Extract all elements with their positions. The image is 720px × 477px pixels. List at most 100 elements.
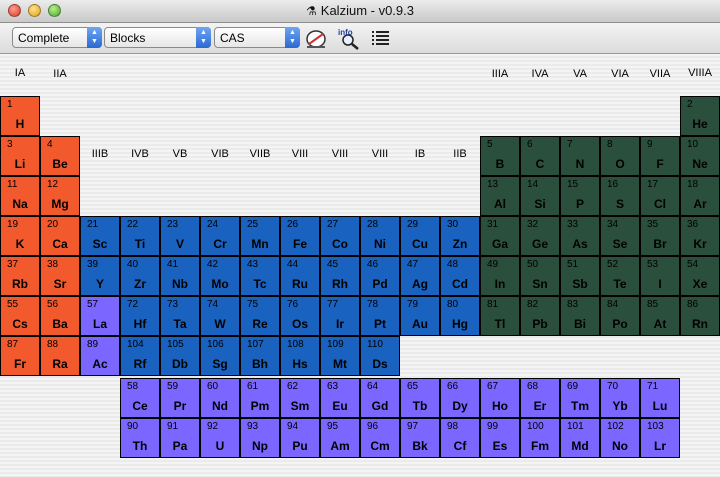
element-Eu[interactable]: 63 Eu <box>320 378 360 418</box>
element-Sm[interactable]: 62 Sm <box>280 378 320 418</box>
element-B[interactable]: 5B <box>480 136 520 176</box>
info-button[interactable]: info <box>337 26 361 50</box>
element-Mn[interactable]: 25 Mn <box>240 216 280 256</box>
element-Yb[interactable]: 70 Yb <box>600 378 640 418</box>
element-Sr[interactable]: 38 Sr <box>40 256 80 296</box>
element-U[interactable]: 92 U <box>200 418 240 458</box>
element-Xe[interactable]: 54 Xe <box>680 256 720 296</box>
element-Pm[interactable]: 61 Pm <box>240 378 280 418</box>
element-No[interactable]: 102 No <box>600 418 640 458</box>
element-Rn[interactable]: 86 Rn <box>680 296 720 336</box>
element-Te[interactable]: 52 Te <box>600 256 640 296</box>
element-Ga[interactable]: 31 Ga <box>480 216 520 256</box>
element-Nb[interactable]: 41 Nb <box>160 256 200 296</box>
element-Li[interactable]: 3 Li <box>0 136 40 176</box>
element-Th[interactable]: 90 Th <box>120 418 160 458</box>
element-He[interactable]: 2 He <box>680 96 720 136</box>
element-Ac[interactable]: 89 Ac <box>80 336 120 376</box>
element-At[interactable]: 85 At <box>640 296 680 336</box>
element-Ce[interactable]: 58 Ce <box>120 378 160 418</box>
element-Lr[interactable]: 103 Lr <box>640 418 680 458</box>
element-Cf[interactable]: 98 Cf <box>440 418 480 458</box>
element-Zn[interactable]: 30 Zn <box>440 216 480 256</box>
element-Sc[interactable]: 21 Sc <box>80 216 120 256</box>
element-Ge[interactable]: 32 Ge <box>520 216 560 256</box>
element-Hg[interactable]: 80 Hg <box>440 296 480 336</box>
element-F[interactable]: 9F <box>640 136 680 176</box>
element-Tb[interactable]: 65 Tb <box>400 378 440 418</box>
element-Rf[interactable]: 104 Rf <box>120 336 160 376</box>
element-I[interactable]: 53 I <box>640 256 680 296</box>
element-Hf[interactable]: 72 Hf <box>120 296 160 336</box>
element-Au[interactable]: 79 Au <box>400 296 440 336</box>
element-Re[interactable]: 75 Re <box>240 296 280 336</box>
element-Md[interactable]: 101 Md <box>560 418 600 458</box>
numeration-select[interactable]: CAS ▲ ▼ <box>214 27 300 48</box>
element-Tc[interactable]: 43 Tc <box>240 256 280 296</box>
element-Ag[interactable]: 47 Ag <box>400 256 440 296</box>
element-Pb[interactable]: 82 Pb <box>520 296 560 336</box>
element-Fr[interactable]: 87 Fr <box>0 336 40 376</box>
view-select[interactable]: Complete ▲ ▼ <box>12 27 102 48</box>
element-Np[interactable]: 93 Np <box>240 418 280 458</box>
element-Ho[interactable]: 67 Ho <box>480 378 520 418</box>
element-Ta[interactable]: 73 Ta <box>160 296 200 336</box>
element-Se[interactable]: 34 Se <box>600 216 640 256</box>
element-Pt[interactable]: 78 Pt <box>360 296 400 336</box>
element-Hs[interactable]: 108 Hs <box>280 336 320 376</box>
element-Er[interactable]: 68 Er <box>520 378 560 418</box>
element-Ca[interactable]: 20 Ca <box>40 216 80 256</box>
element-Ru[interactable]: 44 Ru <box>280 256 320 296</box>
coloring-select[interactable]: Blocks ▲ ▼ <box>104 27 211 48</box>
element-Na[interactable]: 11 Na <box>0 176 40 216</box>
element-Fe[interactable]: 26 Fe <box>280 216 320 256</box>
element-Br[interactable]: 35 Br <box>640 216 680 256</box>
element-La[interactable]: 57 La <box>80 296 120 336</box>
element-Es[interactable]: 99 Es <box>480 418 520 458</box>
element-Ra[interactable]: 88 Ra <box>40 336 80 376</box>
element-Mo[interactable]: 42 Mo <box>200 256 240 296</box>
element-Cs[interactable]: 55 Cs <box>0 296 40 336</box>
element-Dy[interactable]: 66 Dy <box>440 378 480 418</box>
element-Cd[interactable]: 48 Cd <box>440 256 480 296</box>
element-Ba[interactable]: 56 Ba <box>40 296 80 336</box>
element-Mg[interactable]: 12 Mg <box>40 176 80 216</box>
element-Ir[interactable]: 77 Ir <box>320 296 360 336</box>
element-Co[interactable]: 27 Co <box>320 216 360 256</box>
element-Pu[interactable]: 94 Pu <box>280 418 320 458</box>
element-Db[interactable]: 105 Db <box>160 336 200 376</box>
element-Ds[interactable]: 110 Ds <box>360 336 400 376</box>
element-Kr[interactable]: 36 Kr <box>680 216 720 256</box>
element-V[interactable]: 23 V <box>160 216 200 256</box>
element-Y[interactable]: 39 Y <box>80 256 120 296</box>
element-Ne[interactable]: 10 Ne <box>680 136 720 176</box>
element-Bh[interactable]: 107 Bh <box>240 336 280 376</box>
element-Cl[interactable]: 17 Cl <box>640 176 680 216</box>
element-P[interactable]: 15 P <box>560 176 600 216</box>
element-Zr[interactable]: 40 Zr <box>120 256 160 296</box>
element-Am[interactable]: 95 Am <box>320 418 360 458</box>
element-W[interactable]: 74 W <box>200 296 240 336</box>
calculator-button[interactable] <box>304 26 328 50</box>
element-O[interactable]: 8O <box>600 136 640 176</box>
element-As[interactable]: 33 As <box>560 216 600 256</box>
element-Cr[interactable]: 24 Cr <box>200 216 240 256</box>
element-N[interactable]: 7N <box>560 136 600 176</box>
element-Rb[interactable]: 37 Rb <box>0 256 40 296</box>
element-Bk[interactable]: 97 Bk <box>400 418 440 458</box>
element-H[interactable]: 1H <box>0 96 40 136</box>
element-Ni[interactable]: 28 Ni <box>360 216 400 256</box>
element-Nd[interactable]: 60 Nd <box>200 378 240 418</box>
element-Sn[interactable]: 50 Sn <box>520 256 560 296</box>
element-Tl[interactable]: 81 Tl <box>480 296 520 336</box>
element-Ti[interactable]: 22 Ti <box>120 216 160 256</box>
element-Fm[interactable]: 100 Fm <box>520 418 560 458</box>
element-Mt[interactable]: 109 Mt <box>320 336 360 376</box>
element-C[interactable]: 6C <box>520 136 560 176</box>
element-In[interactable]: 49 In <box>480 256 520 296</box>
element-Sb[interactable]: 51 Sb <box>560 256 600 296</box>
element-Lu[interactable]: 71 Lu <box>640 378 680 418</box>
element-Pr[interactable]: 59 Pr <box>160 378 200 418</box>
list-button[interactable] <box>369 26 393 50</box>
element-Cm[interactable]: 96 Cm <box>360 418 400 458</box>
